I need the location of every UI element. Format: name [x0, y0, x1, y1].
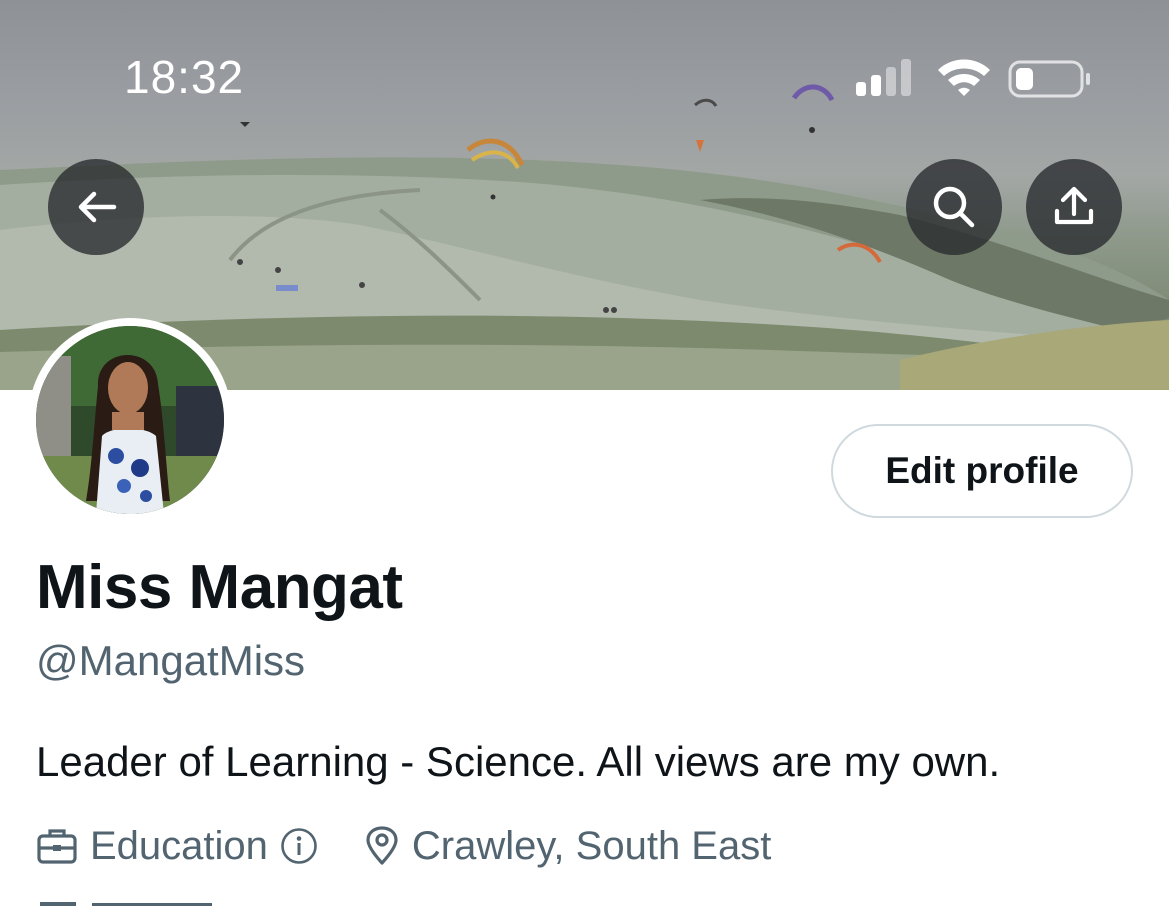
briefcase-icon — [37, 829, 77, 864]
status-time: 18:32 — [124, 51, 245, 103]
back-button[interactable] — [48, 159, 144, 255]
status-bar-icons — [856, 59, 1090, 98]
display-name: Miss Mangat — [36, 553, 403, 622]
location-item: Crawley, South East — [364, 824, 771, 869]
edit-profile-button[interactable]: Edit profile — [831, 424, 1133, 518]
category-label: Education — [90, 823, 268, 868]
avatar[interactable] — [28, 318, 232, 522]
avatar-photo — [36, 326, 224, 514]
info-icon — [281, 828, 317, 864]
profile-meta-row: Education Crawley, South East — [36, 818, 771, 874]
cellular-signal-icon — [856, 59, 911, 96]
battery-icon — [1008, 60, 1090, 98]
next-row-partial — [40, 902, 212, 906]
location-pin-icon — [366, 826, 398, 865]
share-upload-icon — [1054, 186, 1094, 225]
bio: Leader of Learning - Science. All views … — [36, 738, 1001, 785]
category-item: Education — [36, 824, 318, 869]
wifi-icon — [938, 59, 990, 96]
share-button[interactable] — [1026, 159, 1122, 255]
location-label: Crawley, South East — [411, 823, 772, 868]
search-icon — [933, 186, 975, 228]
user-handle: @MangatMiss — [36, 637, 306, 684]
arrow-left-icon — [78, 191, 117, 223]
info-button[interactable] — [280, 827, 318, 865]
search-button[interactable] — [906, 159, 1002, 255]
